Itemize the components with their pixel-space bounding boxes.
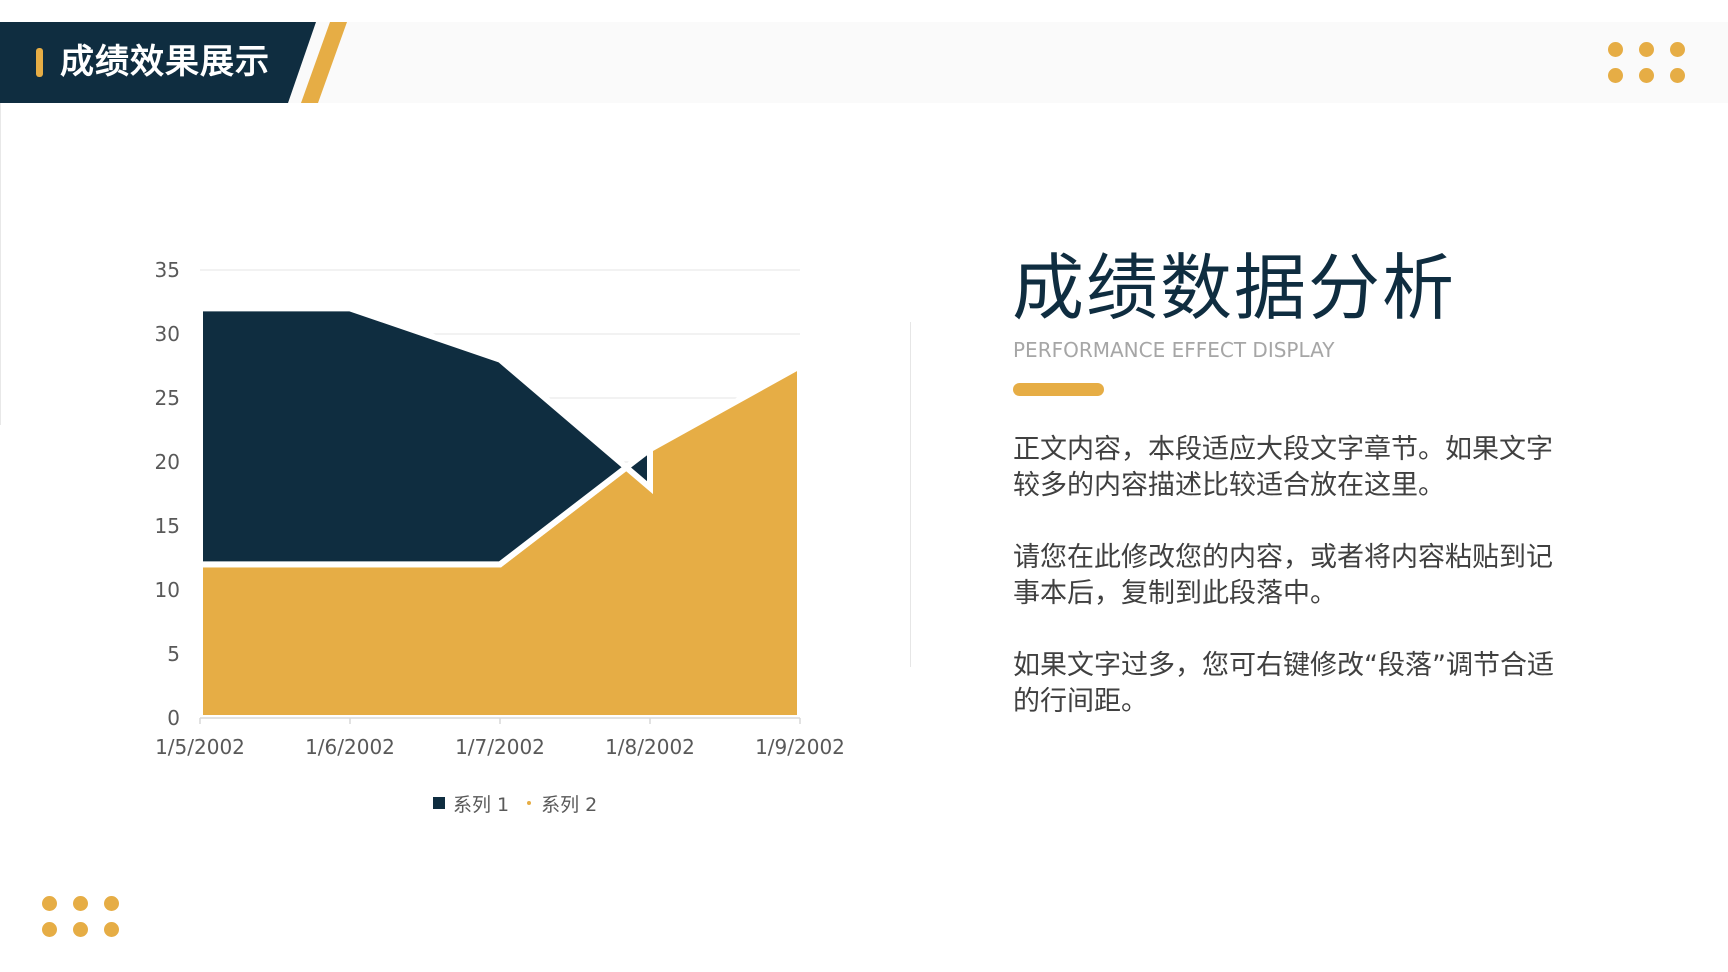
chart-y-tick-labels: 0 5 10 15 20 25 30 35 [155, 258, 180, 730]
area-chart: 05101520253035 1/5/2002 1/6/2002 1/7/2002 1… [155, 258, 845, 759]
legend-label-series-1: 系列 1 [453, 793, 510, 816]
legend-swatch-series-1 [433, 797, 445, 809]
y-tick-label: 30 [155, 322, 180, 346]
body-paragraph-2: 请您在此修改您的内容，或者将内容粘贴到记事本后，复制到此段落中。 [1013, 542, 1553, 609]
legend-swatch-series-2 [527, 801, 532, 805]
x-tick-label: 1/6/2002 [305, 735, 395, 759]
y-tick-label: 15 [155, 514, 180, 538]
x-tick-label: 1/5/2002 [155, 735, 245, 759]
x-tick-label: 1/8/2002 [605, 735, 695, 759]
y-tick-label: 20 [155, 450, 180, 474]
dots-decoration-top-right [1608, 42, 1688, 84]
y-tick-label: 35 [155, 258, 180, 282]
panel-subtitle: PERFORMANCE EFFECT DISPLAY [1013, 338, 1335, 362]
dots-decoration-bottom-left [42, 896, 122, 938]
title-underline-bar [1013, 383, 1104, 396]
y-tick-label: 0 [167, 706, 180, 730]
x-tick-label: 1/7/2002 [455, 735, 545, 759]
vertical-divider [910, 322, 911, 667]
y-tick-label: 10 [155, 578, 180, 602]
y-tick-label: 25 [155, 386, 180, 410]
body-paragraph-3: 如果文字过多，您可右键修改“段落”调节合适的行间距。 [1013, 650, 1554, 717]
x-tick-label: 1/9/2002 [755, 735, 845, 759]
chart-x-tick-labels: 1/5/2002 1/6/2002 1/7/2002 1/8/2002 1/9/2002 [155, 735, 845, 759]
chart-areas [197, 305, 803, 721]
legend-label-series-2: 系列 2 [541, 793, 598, 816]
panel-title: 成绩数据分析 [1012, 246, 1457, 330]
y-tick-label: 5 [167, 642, 180, 666]
body-paragraph-1: 正文内容，本段适应大段文字章节。如果文字较多的内容描述比较适合放在这里。 [1013, 434, 1553, 501]
chart-legend: 系列 1 系列 2 [433, 790, 597, 816]
